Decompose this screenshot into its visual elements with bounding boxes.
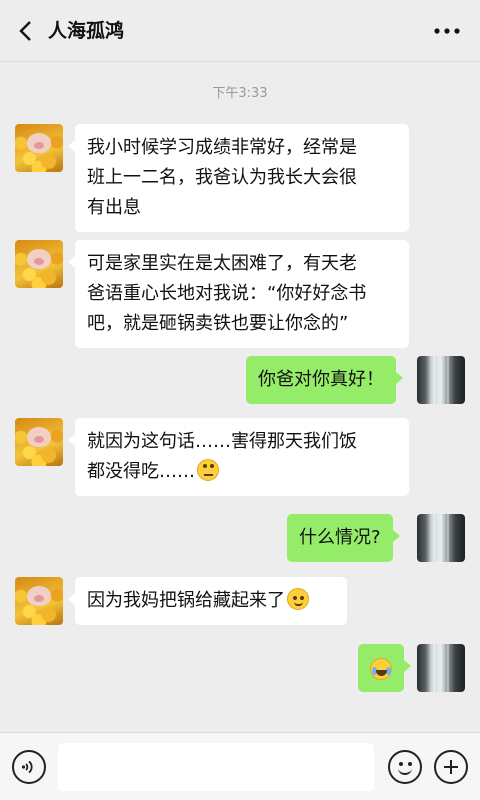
message-line: 爸语重心长地对我说：“你好好念书 [87,283,367,304]
eyeroll-emoji-icon [197,459,219,481]
timestamp: 下午3:33 [212,86,268,101]
message-bubble-left[interactable]: 我小时候学习成绩非常好，经常是 班上一二名，我爸认为我长大会很 有出息 [68,124,409,232]
message-bubble-left[interactable]: 就因为这句话……害得那天我们饭 都没得吃…… [68,418,409,496]
message-bubble-right[interactable]: 你爸对你真好！ [246,356,403,404]
avatar-self[interactable] [417,514,465,562]
chevron-left-icon [19,21,31,41]
voice-button[interactable] [12,750,46,784]
message-line: 我小时候学习成绩非常好，经常是 [87,137,357,158]
voice-icon [21,760,33,774]
message-input[interactable] [58,743,374,791]
avatar-contact[interactable] [15,240,63,288]
laugh-cry-emoji-icon [370,658,392,680]
message-line: 都没得吃…… [87,461,195,482]
avatar-contact[interactable] [15,577,63,625]
back-button[interactable] [10,14,40,48]
plus-icon [444,760,458,774]
avatar-self[interactable] [417,644,465,692]
message-line: 什么情况? [299,527,381,548]
chat-title: 人海孤鸿 [48,20,125,42]
emoji-button[interactable] [388,750,422,784]
message-bubble-right[interactable]: 什么情况? [287,514,400,562]
more-dots-icon [434,28,460,34]
grin-sweat-emoji-icon [287,588,309,610]
message-bubble-left[interactable]: 因为我妈把锅给藏起来了 [68,577,347,625]
chat-area[interactable]: 下午3:33 我小时候学习成绩非常好，经常是 班上一二名，我爸认为我长大会很 有… [0,62,480,732]
avatar-contact[interactable] [15,124,63,172]
message-line: 就因为这句话……害得那天我们饭 [87,431,357,452]
message-line: 可是家里实在是太困难了，有天老 [87,253,357,274]
message-bubble-right[interactable] [358,644,411,692]
input-bar [0,732,480,800]
message-line: 班上一二名，我爸认为我长大会很 [87,167,357,188]
more-actions-button[interactable] [434,750,468,784]
message-bubble-left[interactable]: 可是家里实在是太困难了，有天老 爸语重心长地对我说：“你好好念书 吧，就是砸锅卖… [68,240,409,348]
avatar-contact[interactable] [15,418,63,466]
message-line: 吧，就是砸锅卖铁也要让你念的” [87,313,349,334]
avatar-self[interactable] [417,356,465,404]
chat-header: 人海孤鸿 [0,0,480,62]
message-line: 你爸对你真好！ [258,369,384,390]
message-line: 因为我妈把锅给藏起来了 [87,590,285,611]
message-line: 有出息 [87,197,141,218]
more-button[interactable] [432,16,462,46]
